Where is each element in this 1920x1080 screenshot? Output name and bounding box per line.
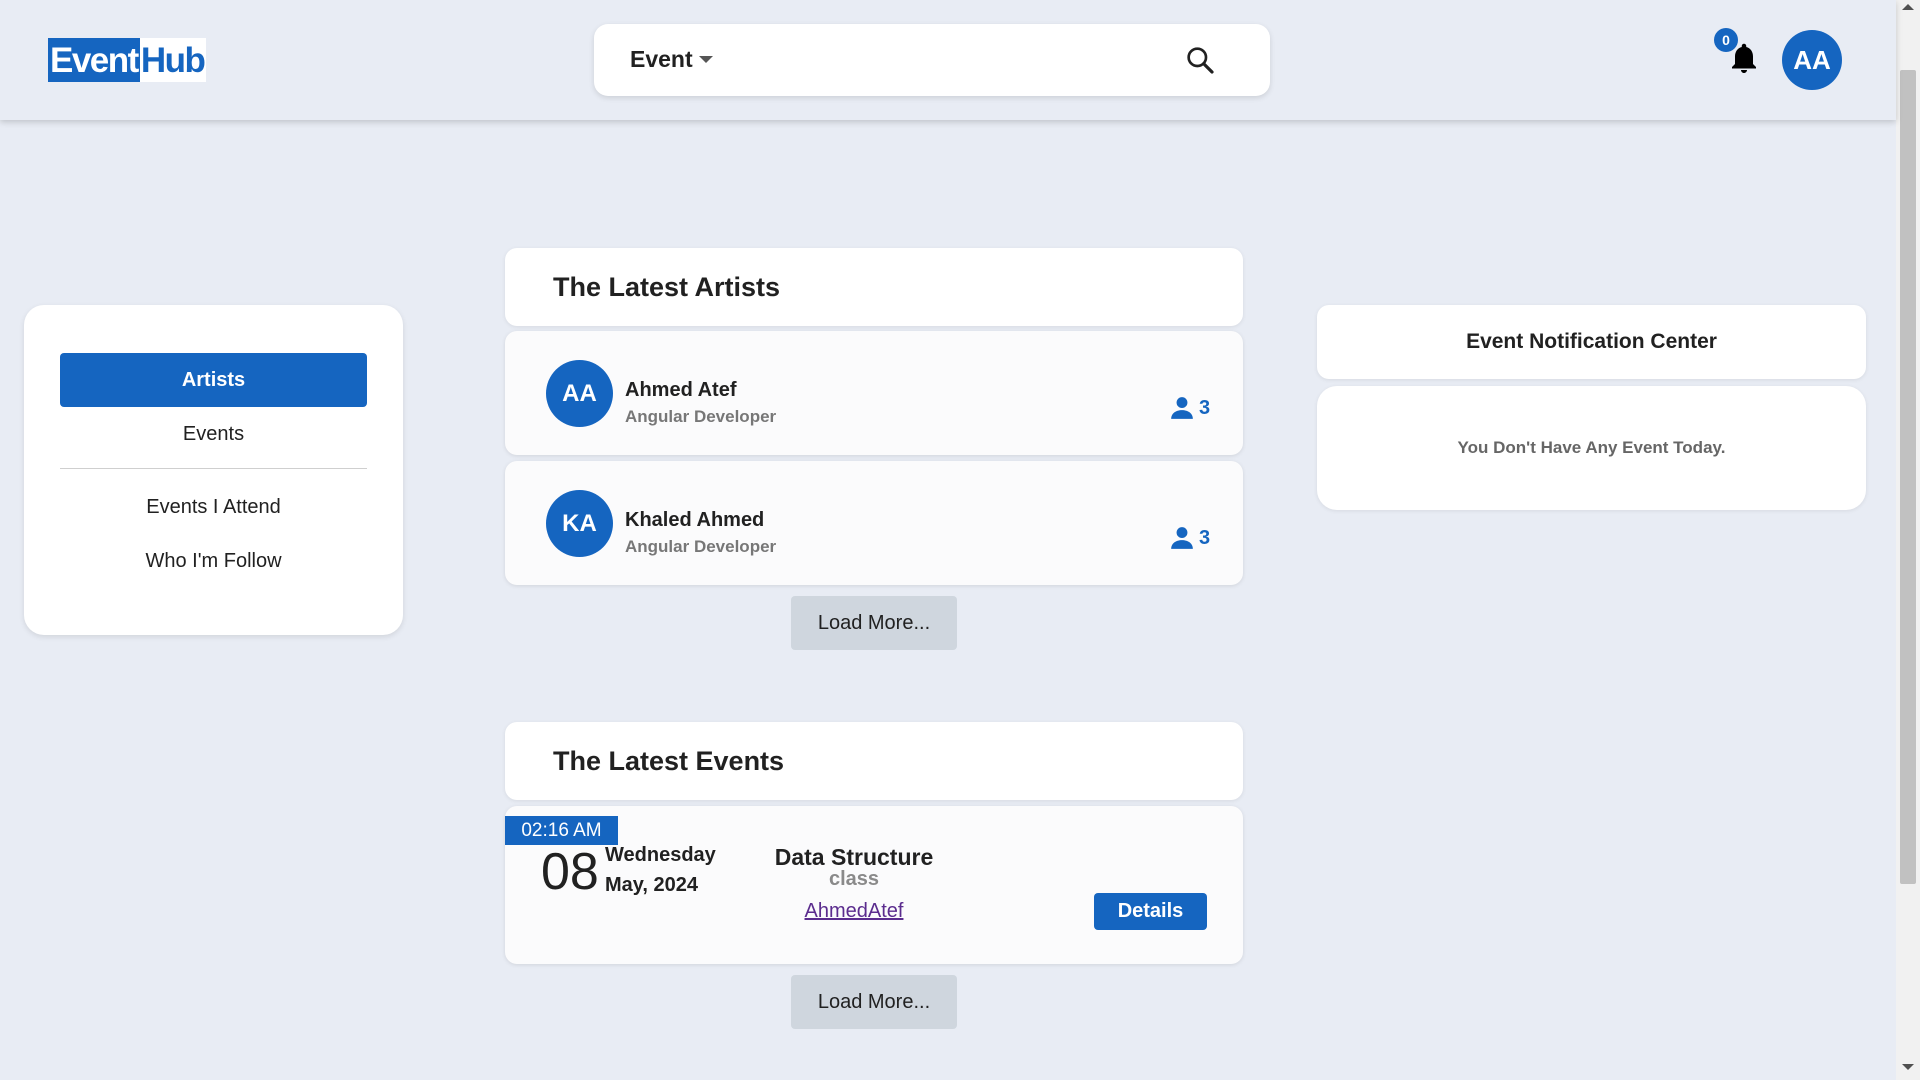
notification-empty-message: You Don't Have Any Event Today. — [1317, 386, 1866, 510]
artist-avatar: AA — [546, 360, 613, 427]
notification-count-badge: 0 — [1714, 28, 1738, 52]
artist-role: Angular Developer — [625, 537, 777, 556]
event-title: Data Structure — [774, 844, 934, 870]
artist-avatar: KA — [546, 490, 613, 557]
page-scrollbar[interactable] — [1896, 0, 1920, 1080]
event-card: 02:16 AM 08 Wednesday May, 2024 Data Str… — [505, 806, 1243, 964]
search-type-dropdown[interactable]: Event — [630, 46, 713, 73]
followers-count: 3 — [1199, 526, 1211, 549]
search-icon[interactable] — [1184, 44, 1216, 76]
scroll-up-arrow-icon[interactable] — [1902, 4, 1914, 10]
logo-part-event: Event — [48, 38, 140, 82]
event-month-year: May, 2024 — [605, 874, 699, 896]
logo-part-hub: Hub — [139, 38, 207, 82]
scroll-down-arrow-icon[interactable] — [1902, 1064, 1914, 1070]
top-navbar: Event Hub Event 0 AA — [0, 0, 1896, 120]
sidebar-item-who-im-follow[interactable]: Who I'm Follow — [60, 534, 367, 588]
notification-center-heading: Event Notification Center — [1317, 305, 1866, 379]
sidebar-nav: Artists Events Events I Attend Who I'm F… — [24, 305, 403, 635]
event-type: class — [828, 868, 880, 890]
artists-load-more-button[interactable]: Load More... — [791, 596, 957, 650]
events-load-more-button[interactable]: Load More... — [791, 975, 957, 1029]
search-bar[interactable]: Event — [594, 24, 1270, 96]
user-avatar[interactable]: AA — [1782, 30, 1842, 90]
artist-name: Ahmed Atef — [625, 379, 737, 401]
person-icon — [1171, 527, 1193, 549]
sidebar-divider — [60, 468, 367, 469]
sidebar-item-events[interactable]: Events — [60, 407, 367, 461]
artist-role: Angular Developer — [625, 407, 777, 426]
event-time-tag: 02:16 AM — [505, 816, 618, 845]
event-author-link[interactable]: AhmedAtef — [705, 900, 1003, 923]
artist-name: Khaled Ahmed — [625, 509, 765, 531]
eventhub-logo[interactable]: Event Hub — [48, 38, 207, 82]
latest-events-heading: The Latest Events — [505, 722, 1243, 800]
event-details-button[interactable]: Details — [1094, 893, 1207, 930]
person-icon — [1171, 397, 1193, 419]
scrollbar-thumb[interactable] — [1900, 70, 1916, 884]
artist-card[interactable]: KA Khaled Ahmed Angular Developer 3 — [505, 461, 1243, 585]
caret-down-icon — [698, 56, 713, 63]
event-weekday: Wednesday — [605, 844, 716, 866]
artist-card[interactable]: AA Ahmed Atef Angular Developer 3 — [505, 331, 1243, 455]
latest-artists-heading: The Latest Artists — [505, 248, 1243, 326]
artist-followers: 3 — [1169, 395, 1210, 421]
followers-count: 3 — [1199, 396, 1211, 419]
artist-followers: 3 — [1169, 525, 1210, 551]
search-type-label: Event — [630, 46, 693, 72]
sidebar-item-artists[interactable]: Artists — [60, 353, 367, 407]
event-day: 08 — [541, 843, 599, 901]
sidebar-item-events-i-attend[interactable]: Events I Attend — [60, 480, 367, 534]
